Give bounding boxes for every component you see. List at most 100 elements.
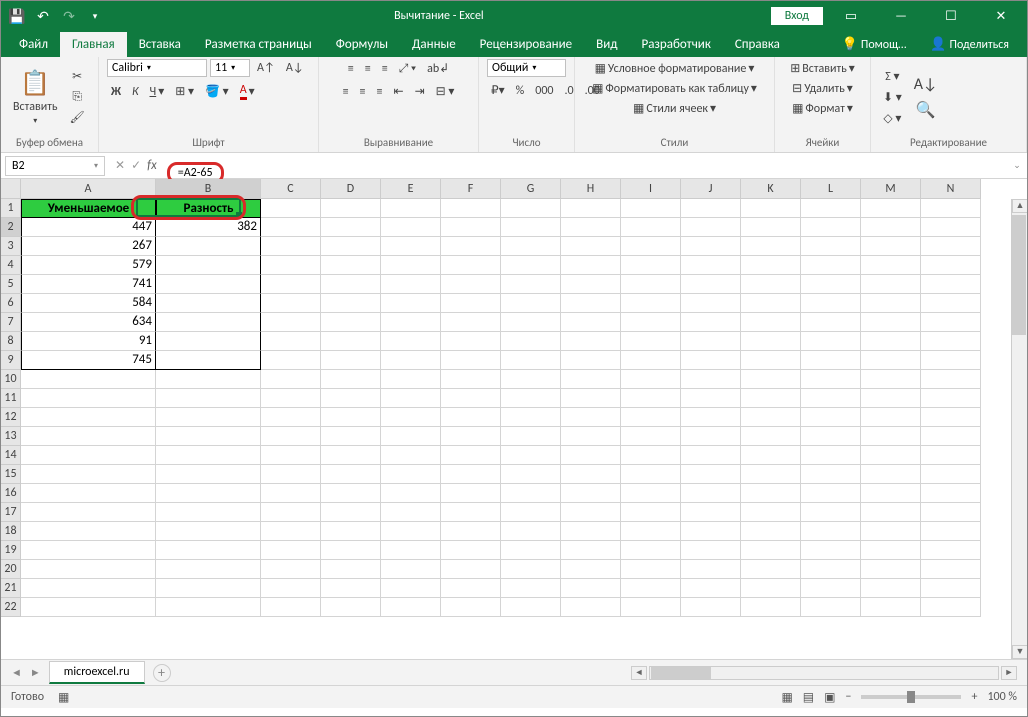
cell[interactable] [261,370,321,389]
cell[interactable] [381,218,441,237]
add-sheet-button[interactable]: + [153,664,171,682]
row-header-18[interactable]: 18 [1,522,21,541]
cell[interactable] [381,199,441,218]
cell[interactable] [621,503,681,522]
cell[interactable] [261,218,321,237]
cell[interactable] [861,237,921,256]
cell-styles-button[interactable]: ▦ Стили ячеек ▾ [583,99,766,118]
cell[interactable]: 584 [21,294,156,313]
cell[interactable] [801,446,861,465]
cell[interactable] [741,560,801,579]
cell[interactable] [561,370,621,389]
cell[interactable] [321,351,381,370]
cell[interactable] [441,389,501,408]
cell[interactable] [441,579,501,598]
cell[interactable] [501,256,561,275]
sheet-tab[interactable]: microexcel.ru [49,661,145,684]
cell[interactable]: Уменьшаемое [21,199,156,218]
cell[interactable] [21,541,156,560]
cell[interactable] [441,199,501,218]
cell[interactable] [921,294,981,313]
cell[interactable] [561,427,621,446]
cell[interactable] [441,256,501,275]
copy-icon[interactable]: ⎘ [66,88,89,106]
cell[interactable] [381,408,441,427]
cell[interactable] [321,408,381,427]
view-page-break-icon[interactable]: ▣ [824,690,835,705]
autosum-icon[interactable]: Σ ▾ [879,67,906,86]
cell[interactable] [861,313,921,332]
cell[interactable] [801,579,861,598]
cell[interactable] [441,237,501,256]
cell[interactable] [861,389,921,408]
horizontal-scrollbar[interactable] [649,666,999,680]
row-header-13[interactable]: 13 [1,427,21,446]
cell[interactable] [861,218,921,237]
row-header-22[interactable]: 22 [1,598,21,617]
cell[interactable] [681,389,741,408]
cell[interactable] [21,503,156,522]
cell[interactable] [261,256,321,275]
cell[interactable] [741,408,801,427]
cell[interactable] [741,237,801,256]
cell[interactable]: 579 [21,256,156,275]
format-cells-button[interactable]: ▦ Формат ▾ [783,99,862,118]
spreadsheet-grid[interactable]: ABCDEFGHIJKLMN 1234567891011121314151617… [1,179,1027,659]
cell[interactable] [441,522,501,541]
hscroll-right-icon[interactable]: ► [1001,666,1017,680]
cell[interactable] [741,218,801,237]
cell[interactable] [321,541,381,560]
cell[interactable] [921,503,981,522]
cell[interactable] [156,541,261,560]
cell[interactable] [381,541,441,560]
qat-more-icon[interactable]: ▾ [83,4,107,28]
align-right-icon[interactable]: ≡ [373,83,387,101]
cell[interactable] [501,275,561,294]
row-header-5[interactable]: 5 [1,275,21,294]
cell[interactable] [441,351,501,370]
cell[interactable] [561,389,621,408]
row-header-2[interactable]: 2 [1,218,21,237]
decrease-indent-icon[interactable]: ⇤ [390,82,408,101]
cell[interactable] [501,199,561,218]
cell[interactable] [861,275,921,294]
number-format-combo[interactable]: Общий▾ [487,59,566,77]
cell[interactable] [681,294,741,313]
cell[interactable] [501,332,561,351]
orientation-icon[interactable]: ⤢ ▾ [395,60,420,78]
cell[interactable]: Разность [156,199,261,218]
cell[interactable]: 91 [21,332,156,351]
cell[interactable] [156,351,261,370]
redo-icon[interactable]: ↷ [57,4,81,28]
cell[interactable] [621,199,681,218]
cell[interactable] [321,427,381,446]
cell[interactable] [621,332,681,351]
row-header-9[interactable]: 9 [1,351,21,370]
cell[interactable] [801,218,861,237]
cell[interactable] [501,408,561,427]
cell[interactable] [381,465,441,484]
cell[interactable] [801,484,861,503]
cell[interactable] [861,332,921,351]
cell[interactable] [21,598,156,617]
cell[interactable] [681,446,741,465]
cell[interactable] [21,370,156,389]
cell[interactable] [321,598,381,617]
cell[interactable] [441,560,501,579]
cell[interactable] [261,351,321,370]
cell[interactable] [861,465,921,484]
cell[interactable] [321,218,381,237]
cell[interactable] [561,579,621,598]
minimize-icon[interactable]: — [879,1,923,31]
cell[interactable] [381,579,441,598]
tab-developer[interactable]: Разработчик [629,32,722,57]
cell[interactable] [621,579,681,598]
cell[interactable] [441,541,501,560]
cell[interactable] [321,389,381,408]
align-center-icon[interactable]: ≡ [356,83,370,101]
align-top-icon[interactable]: ≡ [344,60,358,78]
cell[interactable]: 741 [21,275,156,294]
cell[interactable] [921,522,981,541]
cell[interactable] [156,275,261,294]
cell[interactable] [801,256,861,275]
